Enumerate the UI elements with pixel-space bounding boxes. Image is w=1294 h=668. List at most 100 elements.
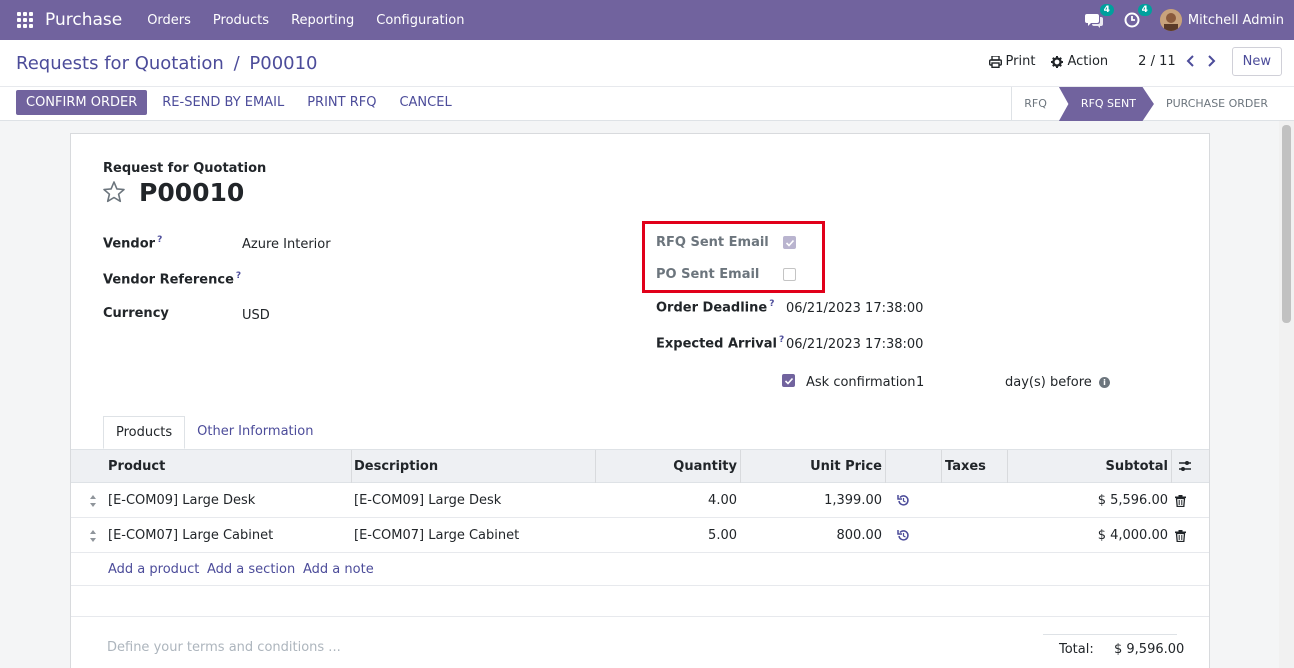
add-note-link[interactable]: Add a note bbox=[303, 553, 374, 586]
order-lines-table: Product Description Quantity Unit Price … bbox=[71, 450, 1209, 586]
col-subtotal[interactable]: Subtotal bbox=[1008, 450, 1168, 483]
breadcrumb-parent[interactable]: Requests for Quotation bbox=[16, 53, 224, 74]
drag-handle-icon[interactable] bbox=[89, 529, 97, 543]
status-bar: CONFIRM ORDER RE-SEND BY EMAIL PRINT RFQ… bbox=[0, 86, 1294, 121]
currency-label: Currency bbox=[103, 306, 169, 321]
pager-previous-button[interactable] bbox=[1186, 52, 1196, 71]
row-product[interactable]: [E-COM09] Large Desk bbox=[108, 483, 255, 518]
new-button[interactable]: New bbox=[1231, 47, 1282, 76]
check-icon bbox=[784, 377, 794, 385]
tab-products[interactable]: Products bbox=[103, 416, 186, 449]
confirm-order-button[interactable]: CONFIRM ORDER bbox=[16, 90, 148, 115]
add-product-link[interactable]: Add a product bbox=[108, 553, 199, 586]
expected-arrival-help-icon[interactable]: ? bbox=[779, 335, 784, 345]
col-product[interactable]: Product bbox=[108, 450, 165, 483]
chat-bubbles-icon bbox=[1084, 14, 1103, 28]
row-product[interactable]: [E-COM07] Large Cabinet bbox=[108, 518, 273, 553]
info-icon[interactable]: i bbox=[1099, 377, 1110, 388]
row-description[interactable]: [E-COM09] Large Desk bbox=[354, 483, 501, 518]
gear-icon bbox=[1051, 55, 1064, 68]
row-unit-price[interactable]: 1,399.00 bbox=[741, 483, 882, 518]
order-deadline-field[interactable]: 06/21/2023 17:38:00 bbox=[786, 301, 923, 316]
breadcrumb: Requests for Quotation / P00010 bbox=[16, 53, 318, 74]
activities-button[interactable]: 4 bbox=[1122, 4, 1152, 30]
col-unit-price[interactable]: Unit Price bbox=[741, 450, 882, 483]
pager-next-button[interactable] bbox=[1206, 52, 1216, 71]
favorite-star-icon[interactable] bbox=[102, 180, 126, 208]
menu-reporting[interactable]: Reporting bbox=[280, 13, 365, 28]
highlight-box bbox=[642, 221, 825, 293]
user-name[interactable]: Mitchell Admin bbox=[1188, 13, 1284, 28]
notebook-tabs: Products Other Information bbox=[103, 416, 325, 449]
control-panel: Requests for Quotation / P00010 Print Ac… bbox=[0, 40, 1294, 121]
table-header: Product Description Quantity Unit Price … bbox=[71, 450, 1209, 483]
status-steps: RFQ RFQ SENT PURCHASE ORDER bbox=[1011, 87, 1280, 121]
ask-confirmation-checkbox[interactable] bbox=[782, 374, 795, 387]
total-label: Total: bbox=[1059, 642, 1094, 657]
vertical-scrollbar[interactable] bbox=[1279, 121, 1294, 668]
breadcrumb-separator: / bbox=[233, 53, 240, 74]
terms-input[interactable]: Define your terms and conditions ... bbox=[107, 640, 341, 655]
ask-confirmation-label: Ask confirmation bbox=[806, 375, 916, 390]
vendor-help-icon[interactable]: ? bbox=[157, 235, 162, 245]
print-button[interactable]: Print bbox=[988, 54, 1036, 69]
table-row[interactable]: [E-COM07] Large Cabinet [E-COM07] Large … bbox=[71, 518, 1209, 553]
expected-arrival-field[interactable]: 06/21/2023 17:38:00 bbox=[786, 337, 923, 352]
clock-icon bbox=[1124, 12, 1140, 28]
currency-field[interactable]: USD bbox=[242, 308, 270, 323]
breadcrumb-current: P00010 bbox=[249, 53, 318, 74]
step-purchase-order[interactable]: PURCHASE ORDER bbox=[1154, 87, 1280, 121]
printer-icon bbox=[988, 55, 1002, 68]
ask-confirmation-days-input[interactable]: 1 bbox=[916, 375, 924, 390]
table-row[interactable]: [E-COM09] Large Desk [E-COM09] Large Des… bbox=[71, 483, 1209, 518]
action-label: Action bbox=[1067, 54, 1109, 69]
delete-row-icon[interactable] bbox=[1175, 483, 1186, 518]
add-section-link[interactable]: Add a section bbox=[207, 553, 295, 586]
action-button[interactable]: Action bbox=[1051, 54, 1108, 69]
menu-products[interactable]: Products bbox=[202, 13, 280, 28]
apps-grid-icon[interactable] bbox=[17, 12, 33, 28]
chevron-left-icon bbox=[1186, 55, 1194, 67]
order-deadline-help-icon[interactable]: ? bbox=[769, 299, 774, 309]
col-description[interactable]: Description bbox=[354, 450, 438, 483]
vendor-label: Vendor? bbox=[103, 235, 163, 252]
messages-badge: 4 bbox=[1099, 4, 1114, 16]
activities-badge: 4 bbox=[1137, 4, 1152, 16]
user-avatar[interactable] bbox=[1159, 9, 1182, 31]
vendor-reference-help-icon[interactable]: ? bbox=[236, 271, 241, 281]
col-taxes[interactable]: Taxes bbox=[945, 450, 986, 483]
days-before-label: day(s) before bbox=[1005, 375, 1092, 390]
print-label: Print bbox=[1005, 54, 1036, 69]
resend-by-email-button[interactable]: RE-SEND BY EMAIL bbox=[154, 90, 292, 115]
step-rfq-sent[interactable]: RFQ SENT bbox=[1058, 87, 1154, 121]
menu-configuration[interactable]: Configuration bbox=[365, 13, 475, 28]
vendor-reference-input[interactable] bbox=[242, 271, 602, 289]
row-subtotal: $ 5,596.00 bbox=[1097, 493, 1168, 508]
scrollbar-thumb[interactable] bbox=[1282, 125, 1291, 323]
empty-row-band bbox=[71, 584, 1209, 617]
cancel-button[interactable]: CANCEL bbox=[391, 90, 459, 115]
add-line-links: Add a product Add a section Add a note bbox=[71, 553, 1209, 586]
row-description[interactable]: [E-COM07] Large Cabinet bbox=[354, 518, 519, 553]
row-quantity[interactable]: 4.00 bbox=[596, 483, 737, 518]
vendor-reference-label: Vendor Reference? bbox=[103, 271, 242, 288]
tab-other-information[interactable]: Other Information bbox=[185, 416, 325, 449]
row-reset-price-icon[interactable] bbox=[897, 518, 910, 553]
drag-handle-icon[interactable] bbox=[89, 494, 97, 508]
row-subtotal: $ 4,000.00 bbox=[1097, 528, 1168, 543]
pager-value[interactable]: 2 / 11 bbox=[1138, 54, 1175, 69]
top-navbar: Purchase Orders Products Reporting Confi… bbox=[0, 0, 1294, 40]
row-reset-price-icon[interactable] bbox=[897, 483, 910, 518]
step-rfq[interactable]: RFQ bbox=[1012, 87, 1059, 121]
vendor-field[interactable]: Azure Interior bbox=[242, 237, 331, 252]
delete-row-icon[interactable] bbox=[1175, 518, 1186, 553]
messages-button[interactable]: 4 bbox=[1084, 4, 1114, 30]
row-quantity[interactable]: 5.00 bbox=[596, 518, 737, 553]
menu-orders[interactable]: Orders bbox=[136, 13, 202, 28]
record-name: P00010 bbox=[139, 178, 245, 207]
app-name[interactable]: Purchase bbox=[45, 10, 122, 30]
col-quantity[interactable]: Quantity bbox=[596, 450, 737, 483]
optional-columns-icon[interactable] bbox=[1178, 459, 1192, 477]
print-rfq-button[interactable]: PRINT RFQ bbox=[299, 90, 384, 115]
row-unit-price[interactable]: 800.00 bbox=[741, 518, 883, 553]
